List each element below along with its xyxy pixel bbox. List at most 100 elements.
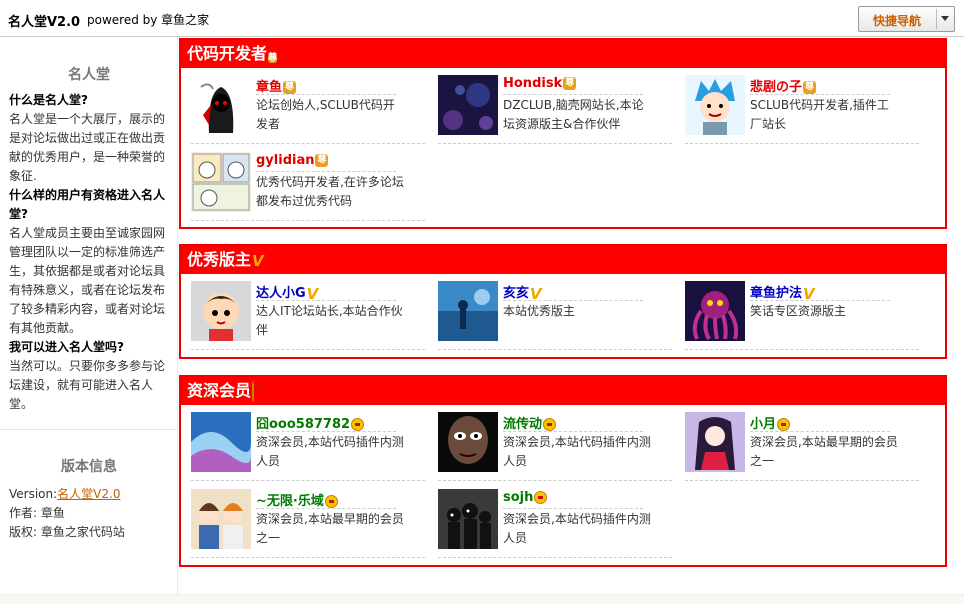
chevron-down-icon[interactable] (941, 16, 949, 21)
crown-icon (543, 418, 557, 431)
badge-zun-icon: 尊 (563, 77, 577, 90)
member-card[interactable]: ~无限·乐域资深会员,本站最早期的会员之一 (181, 485, 425, 558)
sidebar-intro: 什么是名人堂? 名人堂是一个大展厅，展示的是对论坛做出过或正在做出贡献的优秀用户… (9, 91, 169, 414)
member-name-text[interactable]: 章鱼护法 (750, 286, 802, 301)
member-description: 资深会员,本站代码插件内测人员 (503, 512, 651, 545)
badge-v-icon: V (252, 251, 264, 270)
card-divider (438, 480, 672, 481)
section-title: 优秀版主 (187, 250, 252, 269)
member-card[interactable]: 小月资深会员,本站最早期的会员之一 (675, 408, 919, 481)
member-description: 资深会员,本站最早期的会员之一 (750, 435, 898, 468)
card-divider (191, 143, 425, 144)
member-card[interactable]: 章鱼尊论坛创始人,SCLUB代码开发者 (181, 71, 425, 144)
member-name[interactable]: 囧ooo587782 (256, 413, 365, 432)
crown-icon (351, 418, 365, 431)
member-avatar[interactable] (685, 75, 745, 135)
section-badge (252, 378, 255, 406)
card-divider (191, 480, 425, 481)
section-panel: 代码开发者尊 章鱼尊论坛创始人,SCLUB代码开发者 Hondisk 尊 DZCLUB,… (179, 38, 947, 229)
member-avatar[interactable] (438, 75, 498, 135)
card-divider (685, 480, 919, 481)
member-avatar[interactable] (438, 281, 498, 341)
name-underline (256, 508, 396, 509)
member-name-text[interactable]: 囧ooo587782 (256, 417, 350, 432)
member-name[interactable]: Hondisk 尊 (503, 76, 577, 91)
member-name[interactable]: 小月 (750, 413, 791, 432)
name-underline (503, 94, 643, 95)
card-divider (438, 143, 672, 144)
faq-question: 什么样的用户有资格进入名人堂? (9, 188, 166, 221)
version-info: Version:名人堂V2.0 作者: 章鱼 版权: 章鱼之家代码站 (9, 485, 169, 542)
member-description: 笑话专区资源版主 (750, 304, 847, 318)
member-card[interactable]: 流传动 资深会员,本站代码插件内测人员 (428, 408, 672, 481)
member-avatar[interactable] (685, 281, 745, 341)
member-name-text[interactable]: 流传动 (503, 417, 542, 432)
member-name-text[interactable]: 悲剧の子 (750, 80, 802, 95)
sidebar-heading: 名人堂 (68, 67, 110, 83)
powered-by-text: powered by 章鱼之家 (87, 13, 210, 27)
app-title: 名人堂V2.0 (8, 15, 81, 30)
quick-nav-label: 快捷导航 (872, 14, 921, 28)
member-name-text[interactable]: Hondisk (503, 76, 562, 91)
name-underline (750, 300, 890, 301)
quick-nav-button[interactable]: 快捷导航 (858, 6, 955, 32)
member-name-text[interactable]: 小月 (750, 417, 776, 432)
member-name-text[interactable]: 亥亥 (503, 286, 529, 301)
member-description: 本站优秀版主 (503, 304, 576, 318)
member-description: 资深会员,本站最早期的会员之一 (256, 512, 404, 545)
card-divider (685, 143, 919, 144)
top-bar: 名人堂V2.0 powered by 章鱼之家 快捷导航 (0, 0, 964, 37)
member-name-text[interactable]: ~无限·乐域 (256, 494, 324, 509)
badge-zun-icon: 尊 (283, 81, 297, 94)
name-underline (750, 94, 890, 95)
member-card[interactable]: Hondisk 尊 DZCLUB,脑壳网站长,本论坛资源版主&合作伙伴 (428, 71, 672, 144)
version-link[interactable]: 名人堂V2.0 (57, 487, 120, 501)
member-card[interactable]: 达人小GV 达人IT论坛站长,本站合作伙伴 (181, 277, 425, 350)
member-card[interactable]: 亥亥V 本站优秀版主 (428, 277, 672, 350)
member-name-text[interactable]: 达人小G (256, 286, 306, 301)
section-title: 代码开发者 (187, 44, 268, 63)
member-card[interactable]: gylidian 尊优秀代码开发者,在许多论坛都发布过优秀代码 (181, 148, 425, 221)
section-panel: 资深会员 囧ooo587782 资深会员,本站代码插件内测人员 流传动 资深会员,本站代… (179, 375, 947, 567)
name-underline (256, 171, 396, 172)
member-name[interactable]: ~无限·乐域 (256, 490, 338, 509)
member-avatar[interactable] (191, 412, 251, 472)
member-avatar[interactable] (191, 489, 251, 549)
member-name[interactable]: 章鱼尊 (256, 76, 297, 95)
member-description: 达人IT论坛站长,本站合作伙伴 (256, 304, 403, 337)
member-description: 优秀代码开发者,在许多论坛都发布过优秀代码 (256, 175, 404, 208)
member-avatar[interactable] (685, 412, 745, 472)
member-name-text[interactable]: sojh (503, 490, 533, 505)
member-avatar[interactable] (438, 489, 498, 549)
member-card[interactable]: 囧ooo587782 资深会员,本站代码插件内测人员 (181, 408, 425, 481)
member-name[interactable]: 流传动 (503, 413, 557, 432)
card-divider (438, 349, 672, 350)
member-name-text[interactable]: 章鱼 (256, 80, 282, 95)
version-label: Version: (9, 487, 58, 501)
member-avatar[interactable] (191, 75, 251, 135)
member-description: 资深会员,本站代码插件内测人员 (256, 435, 404, 468)
member-name[interactable]: 悲剧の子尊 (750, 76, 817, 95)
member-avatar[interactable] (438, 412, 498, 472)
section-header: 代码开发者尊 (181, 40, 945, 68)
faq-answer: 当然可以。只要你多多参与论坛建设，就有可能进入名人堂。 (9, 359, 166, 411)
name-underline (503, 508, 643, 509)
member-name[interactable]: sojh (503, 490, 548, 505)
section-title: 资深会员 (187, 381, 252, 400)
faq-answer: 名人堂是一个大展厅，展示的是对论坛做出过或正在做出贡献的优秀用户，是一种荣誉的象… (9, 112, 166, 183)
member-name-text[interactable]: gylidian (256, 153, 314, 168)
card-divider (191, 220, 425, 221)
sidebar: 名人堂 什么是名人堂? 名人堂是一个大展厅，展示的是对论坛做出过或正在做出贡献的… (0, 37, 178, 594)
member-card[interactable]: 章鱼护法V 笑话专区资源版主 (675, 277, 919, 350)
crown-icon (534, 491, 548, 504)
name-underline (503, 300, 643, 301)
card-divider (191, 349, 425, 350)
member-card[interactable]: sojh 资深会员,本站代码插件内测人员 (428, 485, 672, 558)
member-card[interactable]: 悲剧の子尊 SCLUB代码开发者,插件工厂站长 (675, 71, 919, 144)
member-description: SCLUB代码开发者,插件工厂站长 (750, 98, 889, 131)
version-heading: 版本信息 (61, 459, 117, 475)
name-underline (256, 300, 396, 301)
member-avatar[interactable] (191, 281, 251, 341)
member-name[interactable]: gylidian 尊 (256, 153, 329, 168)
member-avatar[interactable] (191, 152, 251, 212)
